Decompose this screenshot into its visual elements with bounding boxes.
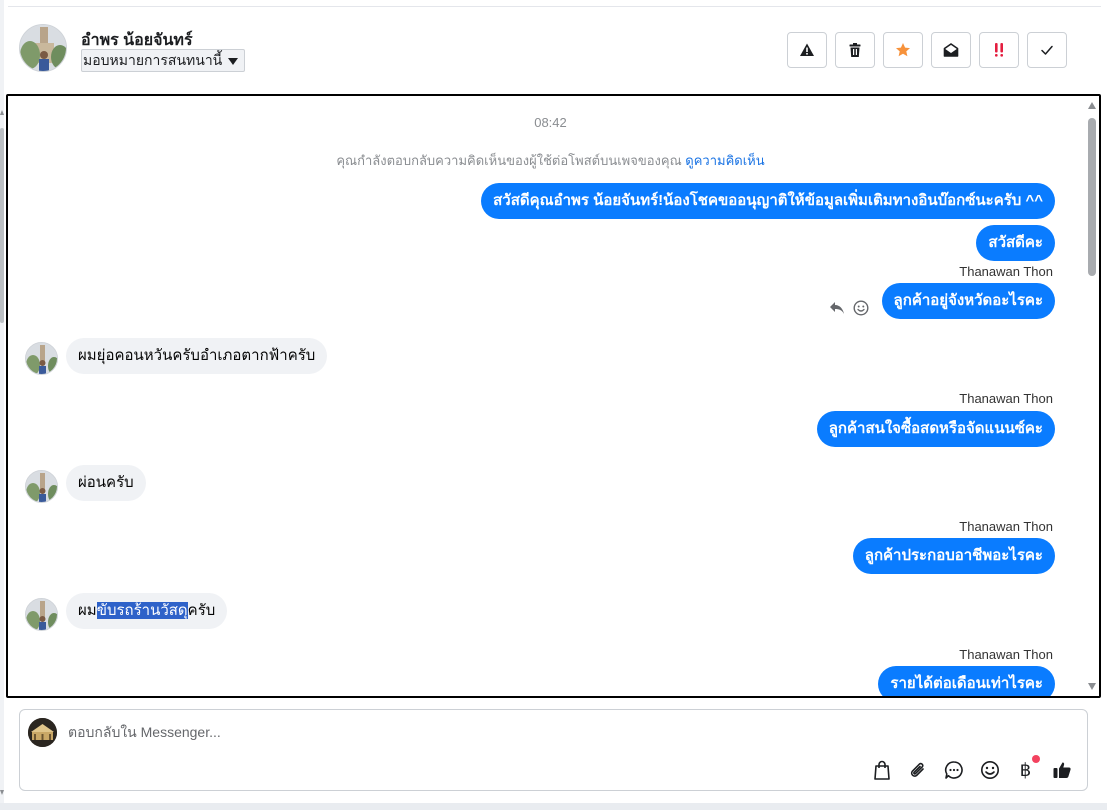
baht-payment-icon: ฿ xyxy=(1019,759,1032,780)
customer-avatar-small[interactable] xyxy=(25,342,58,375)
message-thread[interactable]: 08:42 คุณกำลังตอบกลับความคิดเห็นของผู้ใช… xyxy=(6,94,1101,698)
mark-unread-button[interactable] xyxy=(931,32,971,68)
payment-button[interactable]: ฿ xyxy=(1014,755,1040,781)
scroll-up-arrow[interactable] xyxy=(1088,102,1096,109)
important-button[interactable] xyxy=(979,32,1019,68)
inbox-conversation-view: อำพร น้อยจันทร์ มอบหมายการสนทนานี้ 08:42… xyxy=(0,0,1107,810)
saved-reply-button[interactable] xyxy=(942,758,965,781)
warning-icon xyxy=(800,43,814,56)
conversation-header: อำพร น้อยจันทร์ มอบหมายการสนทนานี้ xyxy=(16,22,1077,82)
notification-dot xyxy=(1032,755,1040,763)
assign-conversation-dropdown[interactable]: มอบหมายการสนทนานี้ xyxy=(81,49,246,72)
sender-name: Thanawan Thon xyxy=(959,391,1053,406)
star-icon xyxy=(896,43,910,57)
customer-avatar-small[interactable] xyxy=(25,598,58,631)
reply-icon[interactable] xyxy=(829,301,845,315)
checkmark-icon xyxy=(1041,45,1053,55)
like-button[interactable] xyxy=(1050,758,1073,781)
outer-scroll-thumb[interactable] xyxy=(0,128,4,323)
outgoing-message[interactable]: ลูกค้าประกอบอาชีพอะไรคะ xyxy=(852,538,1055,574)
outer-scrollbar[interactable] xyxy=(0,0,4,810)
incoming-message[interactable]: ผ่อนครับ xyxy=(66,465,146,501)
selected-text: ขับรถร้านวัสดุ xyxy=(96,602,188,619)
star-button[interactable] xyxy=(883,32,923,68)
saved-reply-icon xyxy=(944,760,963,779)
comment-reply-notice-text: คุณกำลังตอบกลับความคิดเห็นของผู้ใช้ต่อโพ… xyxy=(336,153,682,168)
view-comment-link[interactable]: ดูความคิดเห็น xyxy=(685,153,764,168)
page-avatar xyxy=(28,718,57,747)
emoji-icon xyxy=(980,760,999,779)
top-divider xyxy=(8,6,1101,7)
delete-button[interactable] xyxy=(835,32,875,68)
paperclip-icon xyxy=(910,762,924,777)
outgoing-message[interactable]: สวัสดีคะ xyxy=(976,225,1055,261)
assign-conversation-label: มอบหมายการสนทนานี้ xyxy=(83,51,223,68)
message-timestamp: 08:42 xyxy=(534,115,567,130)
emoji-button[interactable] xyxy=(978,758,1001,781)
conversation-actions xyxy=(787,32,1067,68)
outgoing-message[interactable]: ลูกค้าสนใจซื้อสดหรือจัดแนนซ์คะ xyxy=(816,411,1055,447)
outgoing-message[interactable]: รายได้ต่อเดือนเท่าไรคะ xyxy=(878,666,1055,696)
report-button[interactable] xyxy=(787,32,827,68)
incoming-message[interactable]: ผมยุ่อคอนหวันครับอำเภอตากฟ้าครับ xyxy=(66,338,328,374)
double-exclamation-icon xyxy=(995,43,1003,57)
reply-input[interactable] xyxy=(68,724,848,740)
sender-name: Thanawan Thon xyxy=(959,264,1053,279)
outer-scroll-up-arrow[interactable] xyxy=(0,110,4,115)
done-button[interactable] xyxy=(1027,32,1067,68)
outgoing-message[interactable]: ลูกค้าอยู่จังหวัดอะไรคะ xyxy=(881,283,1055,319)
message-text: ผม xyxy=(78,602,97,619)
bottom-edge xyxy=(0,803,1107,810)
trash-icon xyxy=(849,43,861,57)
reply-composer: ฿ xyxy=(19,709,1088,791)
outer-scroll-down-arrow[interactable] xyxy=(0,790,4,795)
envelope-open-icon xyxy=(943,43,959,57)
outgoing-message[interactable]: สวัสดีคุณอำพร น้อยจันทร์!น้องโชคขออนุญาต… xyxy=(481,183,1055,219)
composer-tools: ฿ xyxy=(870,755,1073,781)
incoming-message[interactable]: ผมขับรถร้านวัสดุครับ xyxy=(66,593,228,629)
scroll-down-arrow[interactable] xyxy=(1088,683,1096,690)
thread-scrollbar[interactable] xyxy=(1085,96,1099,696)
message-text: ครับ xyxy=(187,602,216,619)
sender-name: Thanawan Thon xyxy=(959,519,1053,534)
comment-reply-notice: คุณกำลังตอบกลับความคิดเห็นของผู้ใช้ต่อโพ… xyxy=(8,150,1093,171)
scroll-thumb[interactable] xyxy=(1088,118,1096,276)
sender-name: Thanawan Thon xyxy=(959,647,1053,662)
shopping-bag-button[interactable] xyxy=(870,758,893,781)
like-icon xyxy=(1053,762,1071,778)
attach-file-button[interactable] xyxy=(906,758,929,781)
shopping-bag-icon xyxy=(873,760,890,780)
caret-down-icon xyxy=(228,57,239,65)
customer-avatar[interactable] xyxy=(19,24,67,72)
message-hover-actions xyxy=(829,300,869,316)
customer-avatar-small[interactable] xyxy=(25,470,58,503)
react-emoji-icon[interactable] xyxy=(853,300,869,316)
